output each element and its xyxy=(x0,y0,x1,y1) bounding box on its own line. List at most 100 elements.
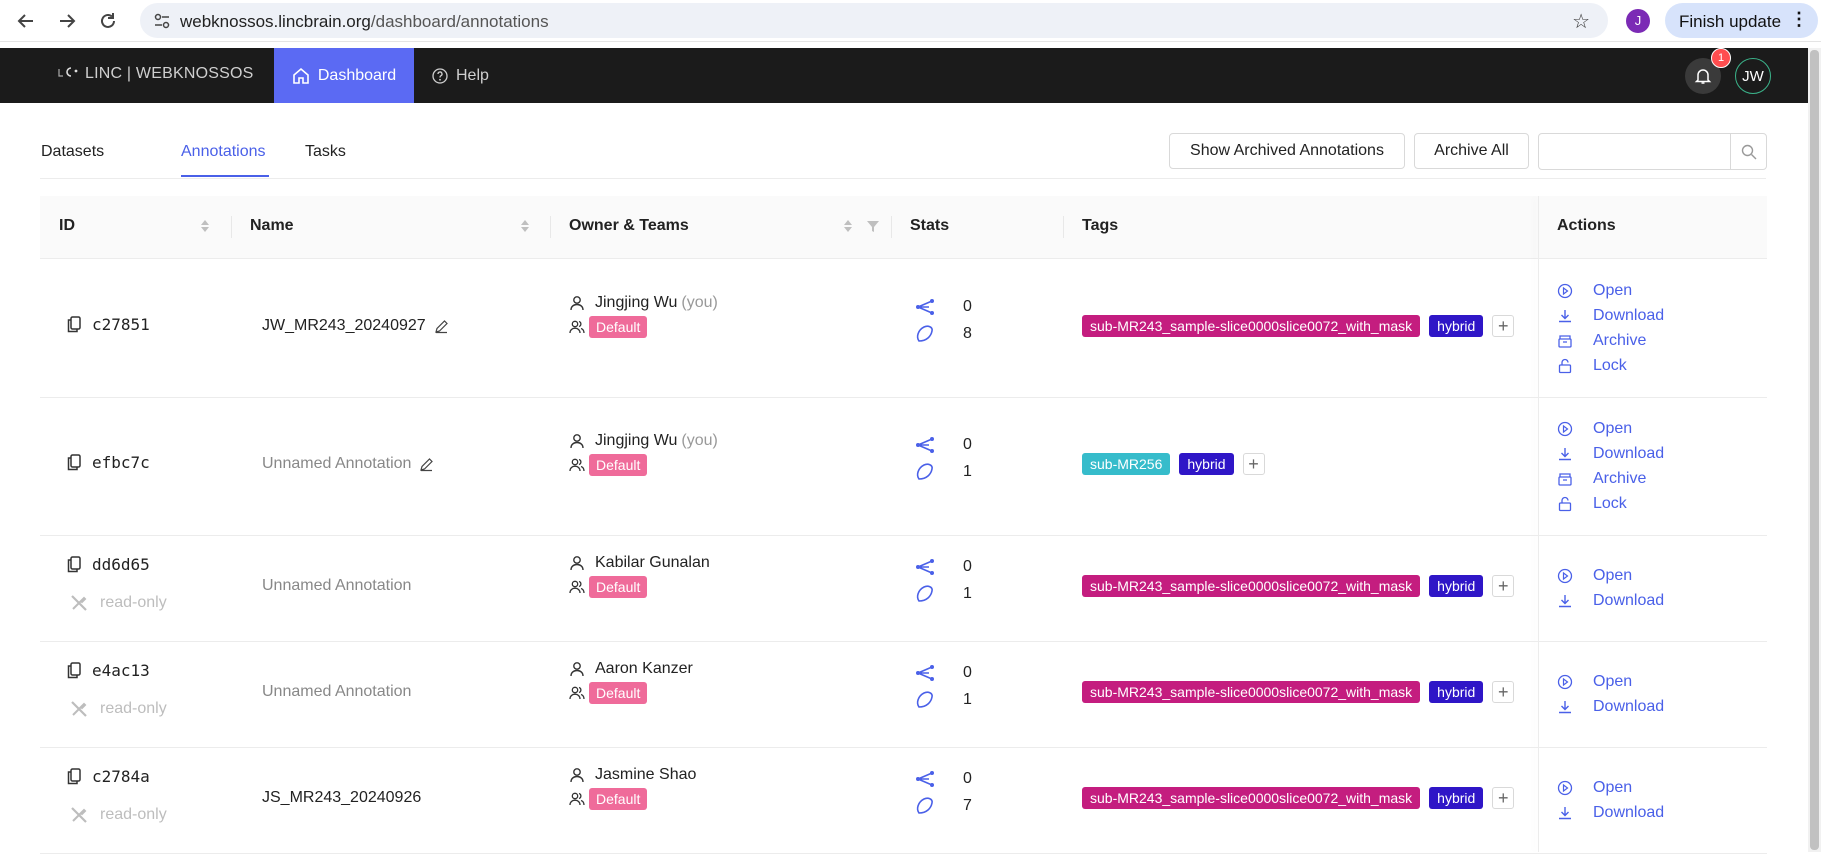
segment-count-value: 7 xyxy=(963,797,972,814)
address-bar[interactable]: webknossos.lincbrain.org/dashboard/annot… xyxy=(140,3,1608,38)
segment-icon xyxy=(915,690,949,710)
action-label: Open xyxy=(1593,672,1633,690)
open-action[interactable]: Open xyxy=(1557,669,1664,694)
back-button[interactable] xyxy=(11,6,41,36)
add-tag-button[interactable]: + xyxy=(1492,315,1515,337)
add-tag-button[interactable]: + xyxy=(1492,681,1515,703)
finish-update-button[interactable]: Finish update ⋮ xyxy=(1665,3,1818,38)
download-action[interactable]: Download xyxy=(1557,588,1664,613)
column-header-id[interactable]: ID xyxy=(59,217,75,235)
tab-tasks[interactable]: Tasks xyxy=(305,143,346,161)
bookmark-star-icon[interactable]: ☆ xyxy=(1572,9,1590,34)
lock-action[interactable]: Lock xyxy=(1557,353,1664,378)
open-action[interactable]: Open xyxy=(1557,278,1664,303)
filter-icon[interactable] xyxy=(867,220,879,232)
copy-icon[interactable] xyxy=(67,662,81,679)
download-action[interactable]: Download xyxy=(1557,800,1664,825)
action-label: Open xyxy=(1593,778,1633,796)
forward-button[interactable] xyxy=(52,6,82,36)
owner-name: Kabilar Gunalan xyxy=(595,554,710,571)
copy-icon[interactable] xyxy=(67,316,81,333)
open-action[interactable]: Open xyxy=(1557,416,1664,441)
id-cell: dd6d65 xyxy=(67,555,150,574)
brand[interactable]: LINC | WEBKNOSSOS xyxy=(57,65,253,83)
scrollbar-thumb[interactable] xyxy=(1810,50,1819,850)
nav-help[interactable]: Help xyxy=(432,48,489,103)
download-action[interactable]: Download xyxy=(1557,303,1664,328)
site-settings-icon[interactable] xyxy=(152,11,172,31)
lock-action[interactable]: Lock xyxy=(1557,491,1664,516)
sort-icon[interactable] xyxy=(200,218,210,234)
copy-icon[interactable] xyxy=(67,454,81,471)
segment-count: 7 xyxy=(915,794,972,818)
tag[interactable]: sub-MR243_sample-slice0000slice0072_with… xyxy=(1082,787,1421,809)
url-host: webknossos.lincbrain.org xyxy=(180,12,371,31)
copy-icon[interactable] xyxy=(67,556,81,573)
table-row: c2784a read-only JS_MR243_20240926 Jasmi… xyxy=(40,747,1767,854)
team-icon xyxy=(569,319,585,335)
owner-name: Jingjing Wu xyxy=(595,294,678,311)
tree-count-value: 0 xyxy=(963,298,972,315)
more-vert-icon: ⋮ xyxy=(1790,9,1808,29)
profile-avatar[interactable]: J xyxy=(1626,9,1650,33)
add-tag-button[interactable]: + xyxy=(1242,453,1265,475)
column-divider xyxy=(231,216,232,238)
download-action[interactable]: Download xyxy=(1557,694,1664,719)
tag[interactable]: sub-MR243_sample-slice0000slice0072_with… xyxy=(1082,315,1421,337)
owner-cell: Aaron Kanzer Default xyxy=(569,660,693,704)
archive-action[interactable]: Archive xyxy=(1557,328,1664,353)
tag[interactable]: hybrid xyxy=(1429,787,1484,809)
search-icon xyxy=(1741,144,1756,159)
download-icon xyxy=(1557,593,1583,609)
actions-cell: Open Download xyxy=(1557,669,1664,719)
team-icon xyxy=(569,457,585,473)
tag[interactable]: hybrid xyxy=(1429,315,1484,337)
table-row: e4ac13 read-only Unnamed Annotation Aaro… xyxy=(40,641,1767,748)
archive-action[interactable]: Archive xyxy=(1557,466,1664,491)
team-tag: Default xyxy=(589,682,648,704)
tag[interactable]: hybrid xyxy=(1429,575,1484,597)
question-circle-icon xyxy=(432,67,448,84)
add-tag-button[interactable]: + xyxy=(1492,575,1515,597)
column-header-tags: Tags xyxy=(1082,217,1119,234)
tag[interactable]: sub-MR256 xyxy=(1082,453,1171,475)
tag[interactable]: sub-MR243_sample-slice0000slice0072_with… xyxy=(1082,575,1421,597)
open-action[interactable]: Open xyxy=(1557,775,1664,800)
edit-icon[interactable] xyxy=(419,457,434,472)
action-label: Lock xyxy=(1593,494,1627,512)
search-button[interactable] xyxy=(1730,134,1766,169)
column-header-name[interactable]: Name xyxy=(250,217,294,235)
segment-icon xyxy=(915,796,949,816)
plus-icon: + xyxy=(1498,315,1509,336)
tab-datasets[interactable]: Datasets xyxy=(41,143,104,161)
id-cell: c27851 xyxy=(67,315,150,334)
column-header-owner[interactable]: Owner & Teams xyxy=(569,217,689,235)
tree-count: 0 xyxy=(915,295,972,319)
sort-icon[interactable] xyxy=(520,218,530,234)
download-action[interactable]: Download xyxy=(1557,441,1664,466)
archive-all-button[interactable]: Archive All xyxy=(1414,133,1529,169)
tags-cell: sub-MR243_sample-slice0000slice0072_with… xyxy=(1082,575,1515,597)
column-divider xyxy=(550,216,551,238)
edit-icon[interactable] xyxy=(434,319,449,334)
tag[interactable]: hybrid xyxy=(1429,681,1484,703)
teams: Default xyxy=(569,682,693,704)
tab-annotations[interactable]: Annotations xyxy=(181,143,266,161)
reload-button[interactable] xyxy=(93,6,123,36)
arrow-right-icon xyxy=(60,14,76,28)
logo-icon xyxy=(58,67,78,77)
tag[interactable]: sub-MR243_sample-slice0000slice0072_with… xyxy=(1082,681,1421,703)
home-icon xyxy=(293,67,309,84)
add-tag-button[interactable]: + xyxy=(1492,787,1515,809)
open-action[interactable]: Open xyxy=(1557,563,1664,588)
readonly-label: read-only xyxy=(100,806,167,823)
user-avatar[interactable]: JW xyxy=(1735,58,1771,94)
tag[interactable]: hybrid xyxy=(1179,453,1234,475)
sort-icon[interactable] xyxy=(843,218,853,234)
show-archived-button[interactable]: Show Archived Annotations xyxy=(1169,133,1405,169)
copy-icon[interactable] xyxy=(67,768,81,785)
owner-name: Jasmine Shao xyxy=(595,766,697,783)
page-scrollbar[interactable] xyxy=(1808,48,1821,852)
nav-dashboard[interactable]: Dashboard xyxy=(274,48,414,103)
search-input[interactable] xyxy=(1545,140,1729,164)
